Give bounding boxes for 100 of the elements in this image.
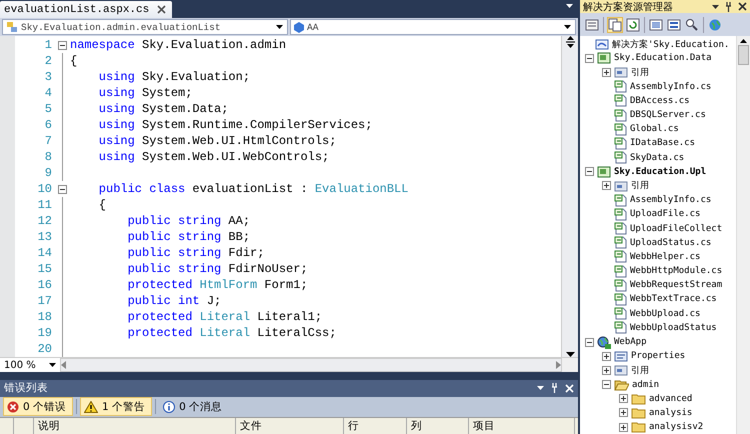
- tree-item[interactable]: SkyData.cs: [630, 152, 684, 163]
- grid-icon[interactable]: [667, 18, 681, 32]
- tree-item[interactable]: WebbRequestStream: [630, 280, 722, 290]
- code-line: public string Fdir;: [126, 246, 264, 260]
- collapse-toggle[interactable]: [585, 338, 594, 347]
- vertical-scrollbar[interactable]: [736, 36, 750, 434]
- tree-item[interactable]: advanced: [649, 394, 692, 404]
- tree-item[interactable]: Global.cs: [630, 124, 679, 134]
- column-header[interactable]: 项目: [469, 418, 575, 434]
- pin-icon[interactable]: [725, 2, 732, 12]
- tree-item[interactable]: DBAccess.cs: [630, 96, 690, 106]
- dropdown-icon[interactable]: [49, 363, 56, 367]
- horizontal-scrollbar[interactable]: [60, 358, 562, 372]
- tree-item[interactable]: WebApp: [614, 337, 647, 348]
- split-handle-icon[interactable]: [564, 36, 576, 48]
- code-line: public string FdirNoUser;: [126, 262, 308, 276]
- filter-button[interactable]: 0 个消息: [159, 397, 230, 416]
- tree-item[interactable]: 引用: [631, 364, 649, 377]
- scrollbar-thumb[interactable]: [738, 45, 749, 65]
- tree-item[interactable]: AssemblyInfo.cs: [630, 195, 712, 206]
- tree-item[interactable]: Sky.Education.Upl: [614, 166, 706, 177]
- tree-item[interactable]: Properties: [631, 351, 686, 362]
- cs-file-icon: [614, 236, 627, 250]
- list-icon[interactable]: [649, 18, 663, 32]
- close-icon[interactable]: [157, 5, 166, 14]
- tree-item[interactable]: AssemblyInfo.cs: [630, 82, 712, 92]
- dropdown-icon[interactable]: [712, 4, 719, 8]
- project-icon: [597, 166, 611, 178]
- expand-toggle[interactable]: [602, 366, 611, 375]
- tree-item[interactable]: UploadStatus.cs: [630, 238, 712, 248]
- tree-item[interactable]: WebbHelper.cs: [630, 252, 700, 262]
- column-header[interactable]: 说明: [34, 418, 236, 434]
- tree-item[interactable]: WebbHttpModule.cs: [630, 266, 722, 276]
- dropdown-icon[interactable]: [566, 4, 573, 8]
- error-icon: [7, 400, 19, 413]
- expand-toggle[interactable]: [602, 68, 611, 77]
- close-icon[interactable]: [738, 2, 747, 11]
- code-line: using System.Data;: [98, 102, 228, 116]
- dropdown-icon[interactable]: [564, 25, 571, 29]
- tree-item[interactable]: IDataBase.cs: [630, 138, 696, 148]
- dropdown-icon[interactable]: [276, 25, 283, 29]
- collapse-toggle[interactable]: [602, 380, 611, 390]
- member-combo[interactable]: AA: [290, 19, 576, 35]
- tree-item[interactable]: UploadFile.cs: [630, 209, 700, 220]
- globe-icon: [597, 336, 611, 349]
- expand-toggle[interactable]: [619, 422, 628, 432]
- cs-file-icon: [614, 278, 627, 292]
- cs-file-icon: [614, 222, 627, 236]
- code-line: using Sky.Evaluation;: [98, 70, 250, 84]
- file-tab[interactable]: evaluationList.aspx.cs: [0, 1, 172, 18]
- collapse-toggle[interactable]: [585, 167, 594, 176]
- line-number: 11: [36, 198, 53, 212]
- references-icon: [614, 180, 628, 192]
- cs-file-icon: [614, 194, 627, 207]
- zoom-combo[interactable]: 100 %: [0, 358, 60, 372]
- cs-file-icon: [614, 292, 627, 306]
- tree-item[interactable]: UploadFileCollect: [630, 224, 722, 234]
- code-line: using System.Web.UI.WebControls;: [98, 150, 330, 164]
- tree-item[interactable]: analysisv2: [649, 422, 704, 432]
- tree-item[interactable]: WebbTextTrace.cs: [630, 294, 717, 304]
- solution-icon: [595, 38, 609, 50]
- collapse-toggle[interactable]: [585, 54, 594, 63]
- column-header[interactable]: 行: [344, 418, 407, 434]
- tree-item[interactable]: DBSQLServer.cs: [630, 110, 706, 120]
- collapse-toggle[interactable]: [58, 40, 66, 50]
- column-header[interactable]: 文件: [236, 418, 344, 434]
- tree-item[interactable]: 引用: [631, 66, 649, 79]
- expand-toggle[interactable]: [619, 408, 628, 418]
- tree-item[interactable]: WebbUploadStatus: [630, 322, 717, 333]
- filter-button[interactable]: 1 个警告: [80, 397, 152, 416]
- tree-item[interactable]: admin: [632, 380, 660, 390]
- tree-item[interactable]: Sky.Education.Data: [614, 53, 712, 64]
- expand-toggle[interactable]: [602, 181, 611, 190]
- refresh-icon[interactable]: [626, 18, 640, 32]
- expand-toggle[interactable]: [619, 394, 628, 404]
- filter-button[interactable]: 0 个错误: [3, 397, 74, 416]
- line-number: 15: [36, 262, 53, 276]
- line-number: 9: [44, 166, 53, 180]
- collapse-toggle[interactable]: [58, 184, 66, 194]
- vertical-scrollbar[interactable]: [561, 36, 578, 357]
- column-header[interactable]: 列: [407, 418, 469, 434]
- tree-item[interactable]: analysis: [649, 408, 692, 418]
- scroll-right-icon[interactable]: [556, 361, 561, 369]
- code-line: {: [98, 198, 106, 212]
- line-number: 19: [36, 326, 53, 340]
- line-number: 1: [44, 38, 53, 52]
- type-combo[interactable]: Sky.Evaluation.admin.evaluationList: [2, 19, 288, 35]
- tree-item[interactable]: 解决方案'Sky.Education.: [612, 38, 730, 51]
- dropdown-icon[interactable]: [537, 386, 544, 390]
- cs-file-icon: [614, 122, 627, 136]
- code-line: protected Literal Literal1;: [126, 310, 322, 324]
- expand-toggle[interactable]: [602, 352, 611, 361]
- search-icon[interactable]: [685, 18, 699, 32]
- properties-icon[interactable]: [585, 18, 599, 32]
- line-number: 7: [44, 134, 53, 148]
- tree-item[interactable]: 引用: [631, 179, 649, 192]
- pages-icon[interactable]: [608, 18, 622, 32]
- tree-item[interactable]: WebbUpload.cs: [630, 308, 700, 319]
- cs-file-icon: [614, 264, 627, 278]
- scroll-up-icon[interactable]: [740, 39, 747, 43]
